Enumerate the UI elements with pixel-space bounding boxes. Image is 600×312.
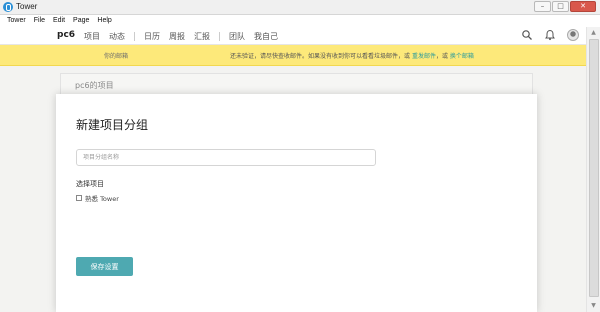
new-group-dialog: 新建项目分组 选择项目 熟悉 Tower 保存设置 (56, 94, 537, 312)
minimize-button[interactable]: – (534, 1, 551, 12)
scroll-up-arrow-icon[interactable]: ▲ (587, 27, 600, 39)
scrollbar[interactable]: ▲ ▼ (586, 27, 600, 312)
banner-text: 还未验证，请尽快查收邮件。如果没有收到你可以看看垃圾邮件，或 (230, 53, 411, 60)
main-nav: 项目 动态 日历 周报 汇报 团队 我自己 (84, 31, 287, 42)
nav-divider (219, 32, 220, 41)
project-card: pc6的项目 (60, 73, 533, 95)
scroll-down-arrow-icon[interactable]: ▼ (587, 300, 600, 312)
banner-separator: ，或 (435, 53, 448, 60)
window-title: Tower (16, 2, 38, 11)
menu-file[interactable]: File (34, 15, 45, 27)
resend-email-link[interactable]: 重发邮件 (412, 53, 436, 60)
nav-team[interactable]: 团队 (229, 31, 245, 42)
maximize-button[interactable]: □ (552, 1, 569, 12)
menu-bar: Tower File Edit Page Help (0, 15, 600, 27)
close-button[interactable]: ✕ (570, 1, 596, 12)
menu-help[interactable]: Help (97, 15, 111, 27)
team-name[interactable]: pc6 (57, 30, 75, 40)
nav-projects[interactable]: 项目 (84, 31, 100, 42)
scroll-thumb[interactable] (589, 39, 599, 297)
group-name-input[interactable] (76, 149, 376, 166)
nav-weekly[interactable]: 周报 (169, 31, 185, 42)
project-card-title: pc6的项目 (75, 81, 114, 90)
app-logo-icon (3, 2, 13, 12)
save-settings-button[interactable]: 保存设置 (76, 257, 133, 276)
menu-edit[interactable]: Edit (53, 15, 65, 27)
dialog-title: 新建项目分组 (76, 118, 149, 132)
menu-page[interactable]: Page (73, 15, 89, 27)
nav-activity[interactable]: 动态 (109, 31, 125, 42)
nav-calendar[interactable]: 日历 (144, 31, 160, 42)
header-actions (521, 29, 579, 41)
bell-icon[interactable] (544, 29, 556, 41)
project-checkbox[interactable] (76, 195, 82, 201)
select-project-label: 选择项目 (76, 180, 104, 188)
avatar[interactable] (567, 29, 579, 41)
verification-banner: 你的邮箱 还未验证，请尽快查收邮件。如果没有收到你可以看看垃圾邮件，或 重发邮件… (0, 45, 586, 66)
window-controls: – □ ✕ (534, 1, 596, 12)
banner-email: 你的邮箱 (104, 53, 129, 60)
project-option-label: 熟悉 Tower (85, 195, 119, 203)
menu-tower[interactable]: Tower (7, 15, 26, 27)
nav-divider (134, 32, 135, 41)
app-header: pc6 项目 动态 日历 周报 汇报 团队 我自己 (0, 27, 586, 45)
nav-reports[interactable]: 汇报 (194, 31, 210, 42)
search-icon[interactable] (521, 29, 533, 41)
banner-message: 还未验证，请尽快查收邮件。如果没有收到你可以看看垃圾邮件，或 重发邮件，或 换个… (230, 51, 474, 60)
window-titlebar: Tower – □ ✕ (0, 0, 600, 15)
nav-me[interactable]: 我自己 (254, 31, 278, 42)
change-email-link[interactable]: 换个邮箱 (450, 53, 474, 60)
project-option[interactable]: 熟悉 Tower (76, 193, 119, 203)
